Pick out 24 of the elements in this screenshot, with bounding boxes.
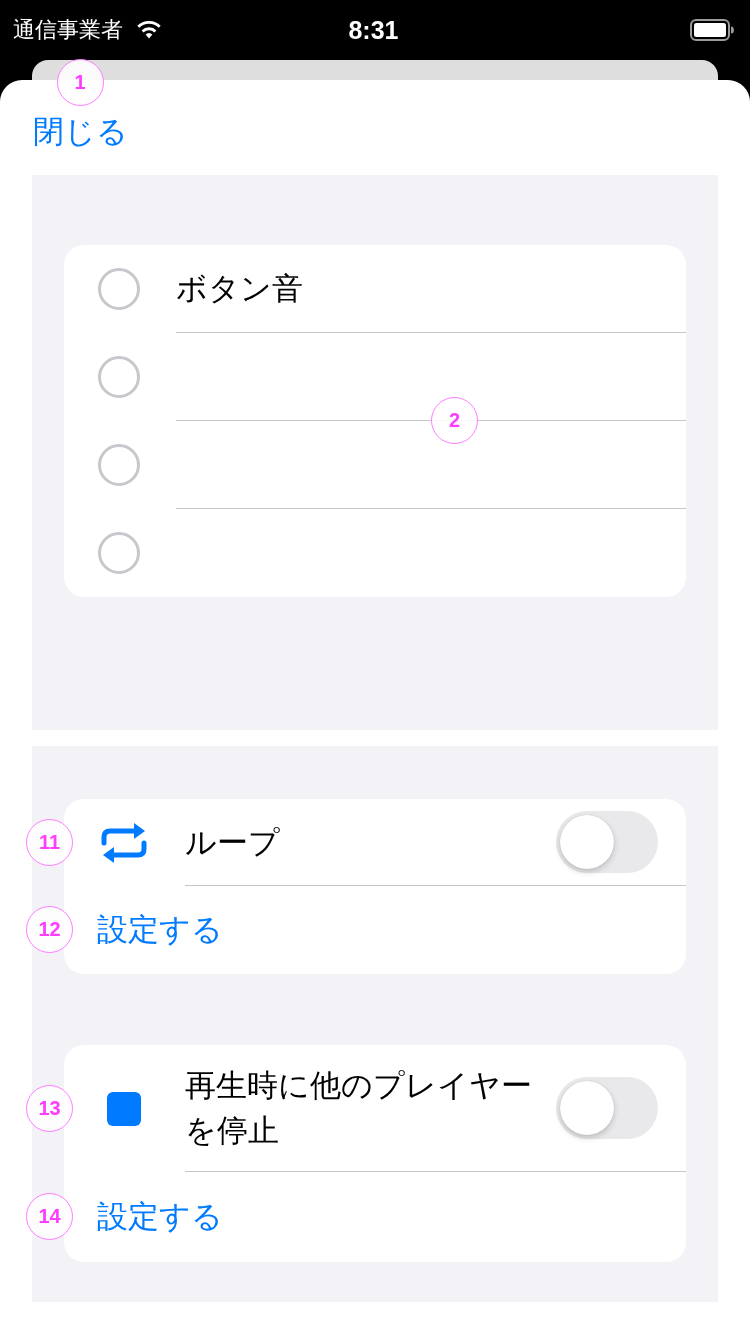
- square-icon: [107, 1091, 141, 1126]
- wifi-icon: [137, 21, 161, 39]
- setup-link[interactable]: 設定する: [97, 1195, 223, 1239]
- toggle-switch[interactable]: [556, 1077, 658, 1139]
- toggle-switch[interactable]: [556, 811, 658, 873]
- annotation-marker: 2: [431, 397, 478, 444]
- setting-label: ループ: [185, 823, 280, 862]
- radio-button[interactable]: [98, 532, 140, 574]
- annotation-marker: 11: [26, 818, 73, 866]
- radio-button[interactable]: [98, 268, 140, 310]
- battery-icon: [690, 19, 734, 41]
- radio-button[interactable]: [98, 356, 140, 398]
- clock-time: 8:31: [348, 15, 399, 45]
- option-label: ボタン音: [176, 269, 303, 308]
- close-button[interactable]: 閉じる: [33, 110, 128, 154]
- annotation-marker: 1: [56, 59, 104, 106]
- annotation-marker: 12: [26, 906, 73, 953]
- repeat-icon: [100, 821, 148, 864]
- carrier-name: 通信事業者: [13, 16, 123, 44]
- radio-button[interactable]: [98, 444, 140, 486]
- setup-link[interactable]: 設定する: [97, 908, 223, 952]
- annotation-marker: 14: [26, 1193, 73, 1240]
- setting-label: 再生時に他のプレイヤーを停止: [185, 1067, 533, 1150]
- annotation-marker: 13: [26, 1084, 73, 1132]
